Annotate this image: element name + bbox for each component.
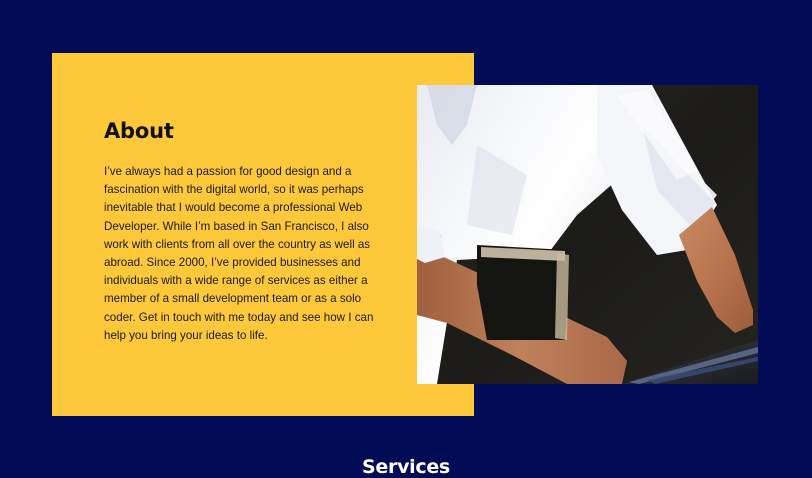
person-at-laptop-photo (417, 85, 758, 384)
about-text: I’ve always had a passion for good desig… (104, 165, 374, 342)
about-title: About (104, 119, 174, 143)
services-heading: Services (362, 456, 450, 478)
about-card: About I’ve always had a passion for good… (52, 53, 474, 416)
